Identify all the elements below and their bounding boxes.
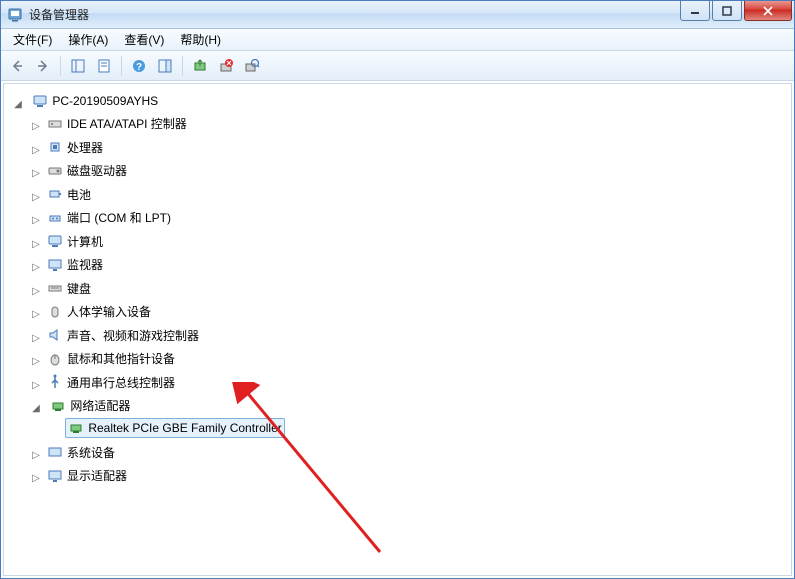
device-manager-window: 设备管理器 文件(F) 操作(A) 查看(V) 帮助(H) bbox=[0, 0, 795, 579]
back-button[interactable] bbox=[5, 54, 29, 78]
network-card-icon bbox=[68, 420, 84, 436]
expander-icon[interactable]: ▷ bbox=[30, 381, 42, 393]
cpu-icon bbox=[47, 139, 63, 155]
tree-root-label: PC-20190509AYHS bbox=[52, 94, 158, 108]
scan-hardware-button[interactable] bbox=[240, 54, 264, 78]
tree-node-network-adapter[interactable]: Realtek PCIe GBE Family Controller bbox=[65, 418, 284, 438]
tree-root[interactable]: PC-20190509AYHS bbox=[29, 91, 161, 111]
usb-icon bbox=[47, 374, 63, 390]
maximize-button[interactable] bbox=[712, 1, 742, 21]
expander-icon[interactable]: ▷ bbox=[30, 357, 42, 369]
computer-icon bbox=[47, 233, 63, 249]
tree-node-disk[interactable]: 磁盘驱动器 bbox=[44, 160, 130, 181]
expander-icon[interactable]: ▷ bbox=[30, 263, 42, 275]
tree-node-computer[interactable]: 计算机 bbox=[44, 231, 106, 252]
tree-node-system[interactable]: 系统设备 bbox=[44, 442, 118, 463]
tree-node-ide[interactable]: IDE ATA/ATAPI 控制器 bbox=[44, 113, 190, 134]
expander-icon[interactable]: ▷ bbox=[30, 240, 42, 252]
keyboard-icon bbox=[47, 280, 63, 296]
audio-icon bbox=[47, 327, 63, 343]
toolbar-separator bbox=[60, 56, 61, 76]
expander-icon[interactable]: ▷ bbox=[30, 122, 42, 134]
hid-icon bbox=[47, 304, 63, 320]
tree-node-monitor[interactable]: 监视器 bbox=[44, 254, 106, 275]
tree-node-cpu[interactable]: 处理器 bbox=[44, 137, 106, 158]
device-tree: ◢ PC-20190509AYHS ▷IDE ATA/ATAPI 控制器 ▷处理… bbox=[8, 90, 787, 489]
show-hide-tree-button[interactable] bbox=[66, 54, 90, 78]
menu-file[interactable]: 文件(F) bbox=[5, 29, 60, 50]
expander-icon[interactable]: ▷ bbox=[30, 334, 42, 346]
battery-icon bbox=[47, 186, 63, 202]
menu-help[interactable]: 帮助(H) bbox=[172, 29, 229, 50]
mouse-icon bbox=[47, 351, 63, 367]
tree-node-mouse[interactable]: 鼠标和其他指针设备 bbox=[44, 348, 178, 369]
tree-node-ports[interactable]: 端口 (COM 和 LPT) bbox=[44, 207, 174, 228]
action-pane-button[interactable] bbox=[153, 54, 177, 78]
computer-icon bbox=[32, 93, 48, 109]
svg-text:?: ? bbox=[136, 62, 142, 73]
port-icon bbox=[47, 210, 63, 226]
toolbar-separator bbox=[182, 56, 183, 76]
expander-icon[interactable]: ◢ bbox=[12, 100, 24, 112]
window-title: 设备管理器 bbox=[29, 6, 680, 23]
tree-node-battery[interactable]: 电池 bbox=[44, 184, 94, 205]
tree-node-network[interactable]: 网络适配器 bbox=[47, 395, 133, 416]
forward-button[interactable] bbox=[31, 54, 55, 78]
expander-icon[interactable]: ◢ bbox=[30, 404, 42, 416]
tree-node-hid[interactable]: 人体学输入设备 bbox=[44, 301, 154, 322]
expander-icon[interactable]: ▷ bbox=[30, 169, 42, 181]
window-controls bbox=[680, 1, 794, 28]
update-driver-button[interactable] bbox=[188, 54, 212, 78]
monitor-icon bbox=[47, 257, 63, 273]
system-icon bbox=[47, 444, 63, 460]
menu-action[interactable]: 操作(A) bbox=[60, 29, 116, 50]
expander-icon[interactable]: ▷ bbox=[30, 310, 42, 322]
tree-node-audio[interactable]: 声音、视频和游戏控制器 bbox=[44, 325, 202, 346]
minimize-button[interactable] bbox=[680, 1, 710, 21]
expander-icon[interactable]: ▷ bbox=[30, 451, 42, 463]
disk-icon bbox=[47, 163, 63, 179]
expander-icon[interactable]: ▷ bbox=[30, 216, 42, 228]
menu-view[interactable]: 查看(V) bbox=[116, 29, 172, 50]
tree-node-usb[interactable]: 通用串行总线控制器 bbox=[44, 372, 178, 393]
menubar: 文件(F) 操作(A) 查看(V) 帮助(H) bbox=[1, 29, 794, 51]
toolbar-separator bbox=[121, 56, 122, 76]
expander-icon[interactable]: ▷ bbox=[30, 287, 42, 299]
tree-node-display[interactable]: 显示适配器 bbox=[44, 465, 130, 486]
device-tree-pane: ◢ PC-20190509AYHS ▷IDE ATA/ATAPI 控制器 ▷处理… bbox=[3, 83, 792, 576]
titlebar: 设备管理器 bbox=[1, 1, 794, 29]
tree-node-keyboard[interactable]: 键盘 bbox=[44, 278, 94, 299]
app-icon bbox=[7, 7, 23, 23]
toolbar: ? bbox=[1, 51, 794, 81]
properties-button[interactable] bbox=[92, 54, 116, 78]
expander-icon[interactable]: ▷ bbox=[30, 193, 42, 205]
ide-icon bbox=[47, 116, 63, 132]
expander-icon[interactable]: ▷ bbox=[30, 474, 42, 486]
display-icon bbox=[47, 468, 63, 484]
expander-icon[interactable]: ▷ bbox=[30, 146, 42, 158]
network-icon bbox=[50, 398, 66, 414]
close-button[interactable] bbox=[744, 1, 792, 21]
uninstall-button[interactable] bbox=[214, 54, 238, 78]
help-button[interactable]: ? bbox=[127, 54, 151, 78]
